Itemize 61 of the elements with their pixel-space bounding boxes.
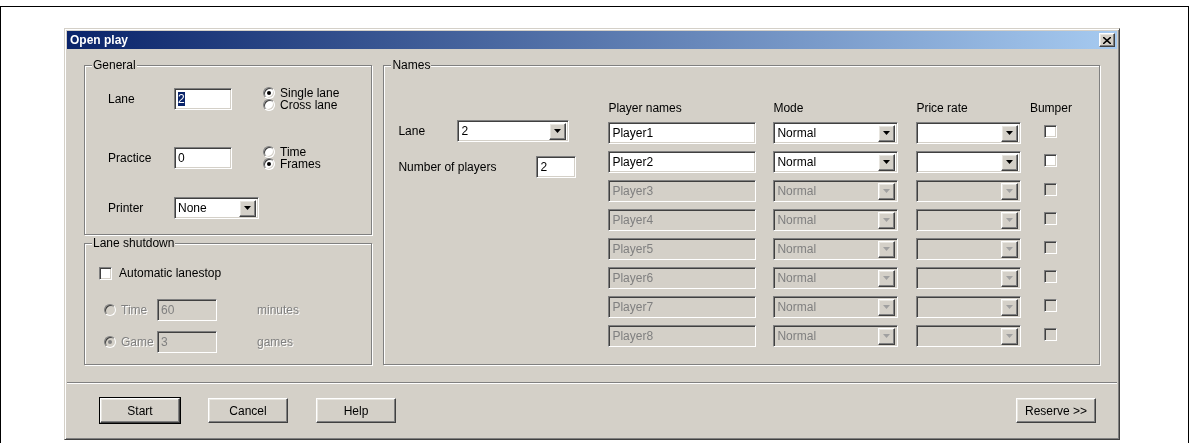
column-header: Price rate (916, 101, 969, 115)
field-label: Lane (398, 124, 427, 138)
group-title: General (92, 58, 137, 72)
cancel-button[interactable]: Cancel (208, 398, 288, 423)
caret-icon (1006, 276, 1014, 280)
dropdown[interactable]: Normal (773, 122, 899, 144)
help-button[interactable]: Help (316, 398, 396, 423)
caret-icon (1006, 160, 1014, 164)
caret-icon (244, 206, 251, 210)
checkbox[interactable] (1044, 154, 1058, 167)
caret-icon (1006, 218, 1014, 222)
dropdown[interactable] (916, 151, 1022, 173)
caret-icon (1006, 131, 1014, 135)
caret-icon (883, 189, 891, 193)
start-button[interactable]: Start (100, 398, 180, 423)
caret-icon (883, 131, 891, 135)
field-label: Lane (108, 92, 136, 106)
caret-icon (883, 276, 891, 280)
input-field[interactable]: 2 (174, 88, 232, 110)
input-field[interactable]: 2 (536, 156, 577, 178)
field-label: Practice (108, 151, 153, 165)
input-field[interactable]: Player2 (608, 151, 757, 173)
caret-icon (554, 129, 562, 133)
radio-button[interactable] (263, 87, 275, 99)
group-title: Names (391, 58, 432, 72)
caret-icon (1006, 305, 1014, 309)
dropdown[interactable]: 2 (457, 120, 570, 142)
caret-icon (1006, 334, 1014, 338)
column-header: Player names (608, 101, 683, 115)
caret-icon (1006, 189, 1014, 193)
dropdown[interactable] (916, 122, 1022, 144)
checkbox[interactable] (1044, 125, 1058, 138)
caret-icon (883, 305, 891, 309)
radio-button[interactable] (263, 99, 275, 111)
radio-label[interactable]: Frames (280, 158, 321, 170)
radio-button[interactable] (263, 146, 275, 158)
caret-icon (883, 247, 891, 251)
window-title: Open play (70, 33, 128, 47)
dropdown[interactable]: None (174, 197, 259, 219)
radio-label[interactable]: Cross lane (280, 99, 338, 111)
field-label: Number of players (398, 160, 498, 174)
caret-icon (883, 160, 891, 164)
dropdown[interactable]: Normal (773, 151, 899, 173)
radio-label[interactable]: Time (280, 146, 307, 158)
input-field[interactable]: 0 (174, 147, 232, 169)
reserve-button[interactable]: Reserve >> (1016, 398, 1096, 423)
input-field[interactable]: Player1 (608, 122, 757, 144)
radio-button[interactable] (263, 158, 275, 170)
close-button[interactable] (1099, 33, 1115, 47)
field-label: Printer (108, 201, 145, 215)
field-label: minutes (257, 303, 301, 317)
caret-icon (883, 334, 891, 338)
radio-label[interactable]: Single lane (280, 87, 340, 99)
close-icon (1103, 36, 1111, 44)
caret-icon (1006, 247, 1014, 251)
checkbox[interactable]: Automatic lanestop (99, 266, 222, 280)
group-title: Lane shutdown (92, 236, 176, 250)
caret-icon (883, 218, 891, 222)
column-header: Mode (773, 101, 805, 115)
field-label: games (257, 335, 295, 349)
column-header: Bumper (1029, 101, 1072, 115)
